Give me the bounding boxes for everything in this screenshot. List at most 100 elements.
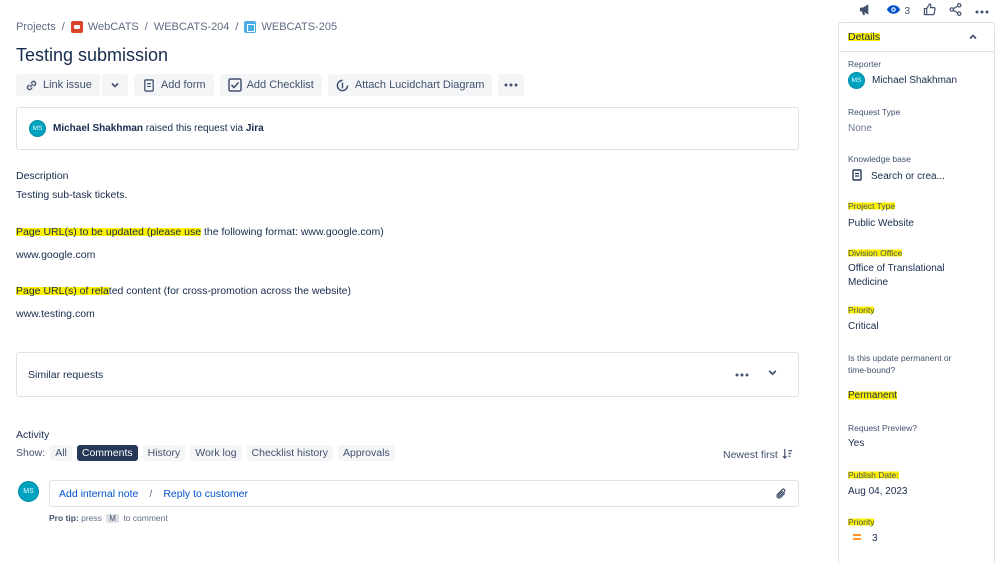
filter-comments[interactable]: Comments	[76, 445, 138, 461]
permanent-value-text: Permanent	[848, 390, 897, 401]
similar-requests-panel[interactable]: Similar requests	[16, 352, 799, 397]
eye-icon	[886, 4, 901, 18]
page-urls-label-highlighted: Page URL(s) to be updated (please use	[16, 226, 202, 238]
avatar: MS	[29, 120, 46, 137]
priority-2-value[interactable]: 3	[852, 533, 878, 544]
issue-toolbar: Link issue Add form Add Checklist Attach…	[16, 74, 525, 96]
page-urls-label-rest: the following format: www.google.com)	[201, 226, 384, 238]
request-channel: Jira	[245, 123, 264, 134]
related-urls-field-label: Page URL(s) of related content (for cros…	[16, 285, 351, 297]
chevron-up-icon[interactable]	[968, 32, 978, 45]
chevron-down-icon	[108, 78, 122, 92]
sort-order-button[interactable]: Newest first	[723, 448, 793, 462]
lucidchart-icon	[336, 78, 350, 92]
form-icon	[142, 78, 156, 92]
pro-tip: Pro tip: press M to comment	[49, 513, 168, 523]
description-text[interactable]: Testing sub-task tickets.	[16, 189, 127, 201]
details-title: Details	[848, 31, 881, 43]
permanent-label-line-2: time-bound?	[848, 365, 896, 375]
filter-checklist-history[interactable]: Checklist history	[246, 445, 333, 461]
details-header[interactable]: Details	[839, 23, 994, 52]
link-icon	[24, 78, 38, 92]
request-origin-panel: MS Michael Shakhman raised this request …	[16, 107, 799, 150]
breadcrumb-parent-issue[interactable]: WEBCATS-204	[154, 21, 230, 33]
request-type-value[interactable]: None	[848, 123, 872, 134]
breadcrumb-separator: /	[235, 21, 239, 33]
filter-history[interactable]: History	[142, 445, 186, 461]
priority-2-label-text: Priority	[848, 517, 875, 527]
comment-avatar-wrap: MS	[18, 481, 39, 502]
composer-separator: /	[149, 487, 153, 500]
link-issue-group: Link issue	[16, 74, 128, 96]
watchers-count: 3	[904, 5, 910, 17]
issue-title[interactable]: Testing submission	[16, 45, 168, 66]
feedback-icon[interactable]	[858, 3, 873, 19]
link-issue-label: Link issue	[43, 79, 92, 91]
priority-value[interactable]: Critical	[848, 321, 879, 332]
related-urls-field-value[interactable]: www.testing.com	[16, 308, 95, 320]
add-checklist-button[interactable]: Add Checklist	[219, 74, 322, 96]
reporter-value[interactable]: MS Michael Shakhman	[848, 72, 957, 89]
page-urls-field-value[interactable]: www.google.com	[16, 249, 95, 261]
breadcrumb: Projects / WebCATS / WEBCATS-204 / WEBCA…	[16, 21, 337, 33]
priority-label-text: Priority	[848, 305, 875, 315]
add-checklist-label: Add Checklist	[246, 79, 314, 91]
request-origin-middle: raised this request via	[143, 123, 246, 134]
attach-lucidchart-label: Attach Lucidchart Diagram	[354, 79, 485, 91]
more-icon[interactable]	[735, 368, 749, 380]
division-office-label: Division Office	[848, 248, 903, 258]
thumbs-up-icon[interactable]	[923, 3, 936, 19]
details-panel: Details	[838, 22, 995, 564]
chevron-down-icon[interactable]	[767, 367, 778, 381]
priority-2-label: Priority	[848, 517, 875, 527]
project-icon	[70, 21, 83, 33]
filter-work-log[interactable]: Work log	[190, 445, 242, 461]
filter-all[interactable]: All	[50, 445, 72, 461]
permanent-value[interactable]: Permanent	[848, 390, 897, 401]
attachment-icon[interactable]	[775, 487, 787, 504]
filter-approvals[interactable]: Approvals	[338, 445, 395, 461]
sort-order-label: Newest first	[723, 449, 778, 461]
breadcrumb-separator: /	[61, 21, 65, 33]
link-issue-button[interactable]: Link issue	[16, 74, 100, 96]
activity-heading: Activity	[16, 429, 50, 441]
description-heading: Description	[16, 170, 69, 182]
request-origin-text: Michael Shakhman raised this request via…	[53, 123, 264, 134]
request-preview-label: Request Preview?	[848, 423, 917, 433]
pro-tip-key: M	[106, 514, 119, 523]
request-preview-value[interactable]: Yes	[848, 438, 864, 449]
reply-to-customer-link[interactable]: Reply to customer	[163, 488, 248, 500]
request-type-label: Request Type	[848, 107, 901, 117]
more-actions-button[interactable]	[498, 74, 525, 96]
division-office-value[interactable]: Office of Translational Medicine	[848, 262, 945, 290]
add-form-button[interactable]: Add form	[133, 74, 214, 96]
pro-tip-pre: press	[81, 513, 102, 523]
watchers-button[interactable]: 3	[886, 4, 910, 18]
project-type-label: Project Type	[848, 201, 896, 211]
comment-composer[interactable]: Add internal note / Reply to customer	[49, 480, 799, 507]
breadcrumb-project[interactable]: WebCATS	[70, 21, 139, 33]
link-issue-dropdown-button[interactable]	[101, 74, 128, 96]
attach-lucidchart-button[interactable]: Attach Lucidchart Diagram	[327, 74, 493, 96]
pro-tip-post: to comment	[123, 513, 168, 523]
breadcrumb-projects[interactable]: Projects	[16, 21, 56, 33]
activity-filter-bar: Show: All Comments History Work log Chec…	[16, 445, 395, 461]
knowledge-base-search[interactable]: Search or crea...	[852, 169, 945, 184]
document-icon	[852, 169, 862, 184]
priority-2-number: 3	[872, 533, 878, 544]
add-internal-note-link[interactable]: Add internal note	[59, 488, 138, 500]
project-type-value[interactable]: Public Website	[848, 218, 914, 229]
priority-label: Priority	[848, 305, 875, 315]
breadcrumb-separator: /	[144, 21, 148, 33]
issue-main: Projects / WebCATS / WEBCATS-204 / WEBCA…	[0, 0, 838, 564]
publish-date-value[interactable]: Aug 04, 2023	[848, 486, 908, 497]
breadcrumb-current-issue[interactable]: WEBCATS-205	[244, 21, 337, 33]
more-icon[interactable]	[975, 6, 989, 17]
avatar: MS	[18, 481, 39, 502]
share-icon[interactable]	[949, 3, 962, 19]
checkbox-icon	[227, 78, 242, 92]
related-urls-label-rest: ted content (for cross-promotion across …	[108, 285, 351, 297]
more-icon	[504, 78, 518, 92]
requester-name[interactable]: Michael Shakhman	[53, 123, 143, 134]
activity-show-label: Show:	[16, 447, 46, 459]
